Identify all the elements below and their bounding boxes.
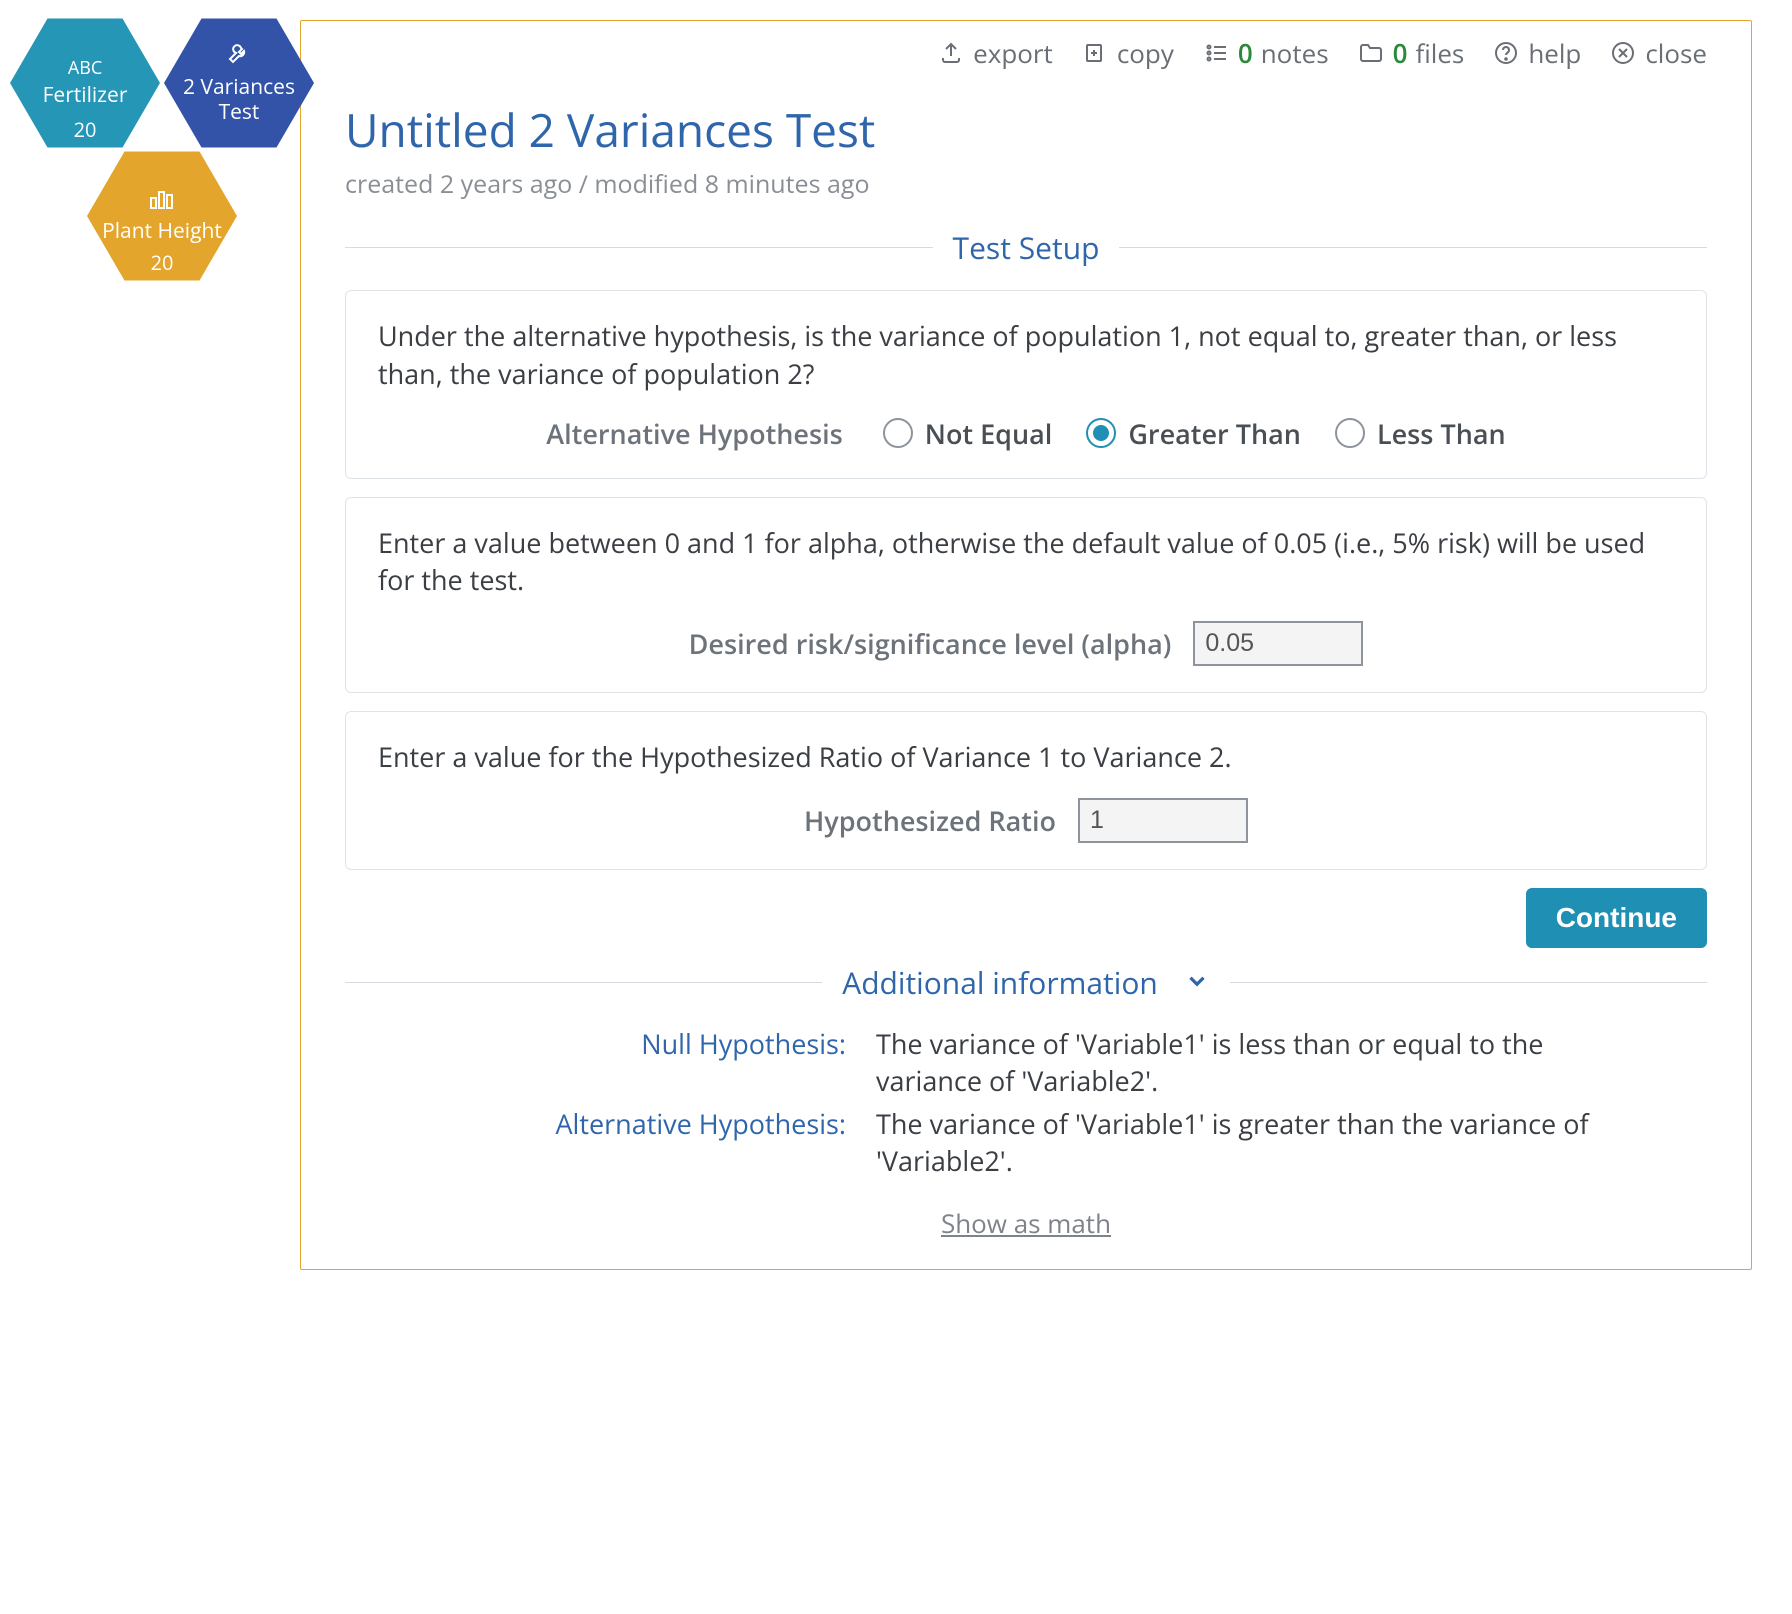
alt-hypothesis-label: Alternative Hypothesis: bbox=[426, 1105, 846, 1179]
radio-greater-than[interactable]: Greater Than bbox=[1086, 415, 1301, 452]
hypothesis-summary: Null Hypothesis: The variance of 'Variab… bbox=[426, 1025, 1626, 1179]
prompt-text: Enter a value for the Hypothesized Ratio… bbox=[378, 738, 1674, 776]
card-alt-hypothesis: Under the alternative hypothesis, is the… bbox=[345, 290, 1707, 479]
hex-label: 2 Variances Test bbox=[164, 75, 314, 125]
notes-icon bbox=[1202, 39, 1230, 67]
show-as-math-link[interactable]: Show as math bbox=[941, 1205, 1111, 1241]
radio-indicator bbox=[1086, 418, 1116, 448]
section-test-setup: Test Setup bbox=[345, 227, 1707, 268]
card-alpha: Enter a value between 0 and 1 for alpha,… bbox=[345, 497, 1707, 694]
hex-count: 20 bbox=[151, 251, 174, 275]
continue-button[interactable]: Continue bbox=[1526, 888, 1707, 948]
hex-label: Plant Height bbox=[94, 219, 230, 244]
radio-indicator bbox=[1335, 418, 1365, 448]
export-icon bbox=[937, 39, 965, 67]
main-panel: export copy 0 notes 0 files bbox=[300, 20, 1752, 1270]
chevron-down-icon bbox=[1184, 962, 1210, 1003]
radio-indicator bbox=[883, 418, 913, 448]
folder-icon bbox=[1357, 39, 1385, 67]
timestamps: created 2 years ago / modified 8 minutes… bbox=[345, 167, 1707, 201]
bar-chart-icon bbox=[149, 188, 175, 216]
toolbar: export copy 0 notes 0 files bbox=[345, 21, 1707, 81]
hypothesis-label: Alternative Hypothesis bbox=[546, 415, 843, 452]
help-icon bbox=[1492, 39, 1520, 67]
card-hypothesized-ratio: Enter a value for the Hypothesized Ratio… bbox=[345, 711, 1707, 870]
notes-count: 0 bbox=[1238, 35, 1253, 71]
hex-variances-test[interactable]: 2 Variances Test bbox=[164, 18, 314, 148]
prompt-text: Under the alternative hypothesis, is the… bbox=[378, 317, 1674, 393]
prompt-text: Enter a value between 0 and 1 for alpha,… bbox=[378, 524, 1674, 600]
ratio-input[interactable] bbox=[1078, 798, 1248, 843]
help-button[interactable]: help bbox=[1492, 35, 1581, 71]
alt-hypothesis-text: The variance of 'Variable1' is greater t… bbox=[876, 1105, 1626, 1179]
alpha-input[interactable] bbox=[1193, 621, 1363, 666]
files-count: 0 bbox=[1393, 35, 1408, 71]
radio-less-than[interactable]: Less Than bbox=[1335, 415, 1506, 452]
hex-fertilizer[interactable]: ABC Fertilizer 20 bbox=[10, 18, 160, 148]
files-button[interactable]: 0 files bbox=[1357, 35, 1465, 71]
notes-button[interactable]: 0 notes bbox=[1202, 35, 1329, 71]
hex-count: 20 bbox=[74, 118, 97, 142]
null-hypothesis-label: Null Hypothesis: bbox=[426, 1025, 846, 1099]
null-hypothesis-text: The variance of 'Variable1' is less than… bbox=[876, 1025, 1626, 1099]
copy-button[interactable]: copy bbox=[1081, 35, 1174, 71]
ratio-label: Hypothesized Ratio bbox=[804, 802, 1056, 839]
hex-plant-height[interactable]: Plant Height 20 bbox=[87, 151, 237, 281]
section-additional-info[interactable]: Additional information bbox=[345, 962, 1707, 1003]
hex-label: Fertilizer bbox=[35, 83, 136, 108]
abc-icon: ABC bbox=[68, 58, 102, 80]
page-title: Untitled 2 Variances Test bbox=[345, 99, 1707, 161]
export-button[interactable]: export bbox=[937, 35, 1053, 71]
alpha-label: Desired risk/significance level (alpha) bbox=[689, 625, 1172, 662]
data-hexagons: ABC Fertilizer 20 2 Variances Test Plant… bbox=[10, 8, 330, 388]
radio-not-equal[interactable]: Not Equal bbox=[883, 415, 1053, 452]
copy-icon bbox=[1081, 39, 1109, 67]
close-icon bbox=[1609, 39, 1637, 67]
wrench-icon bbox=[227, 41, 251, 71]
close-button[interactable]: close bbox=[1609, 35, 1707, 71]
